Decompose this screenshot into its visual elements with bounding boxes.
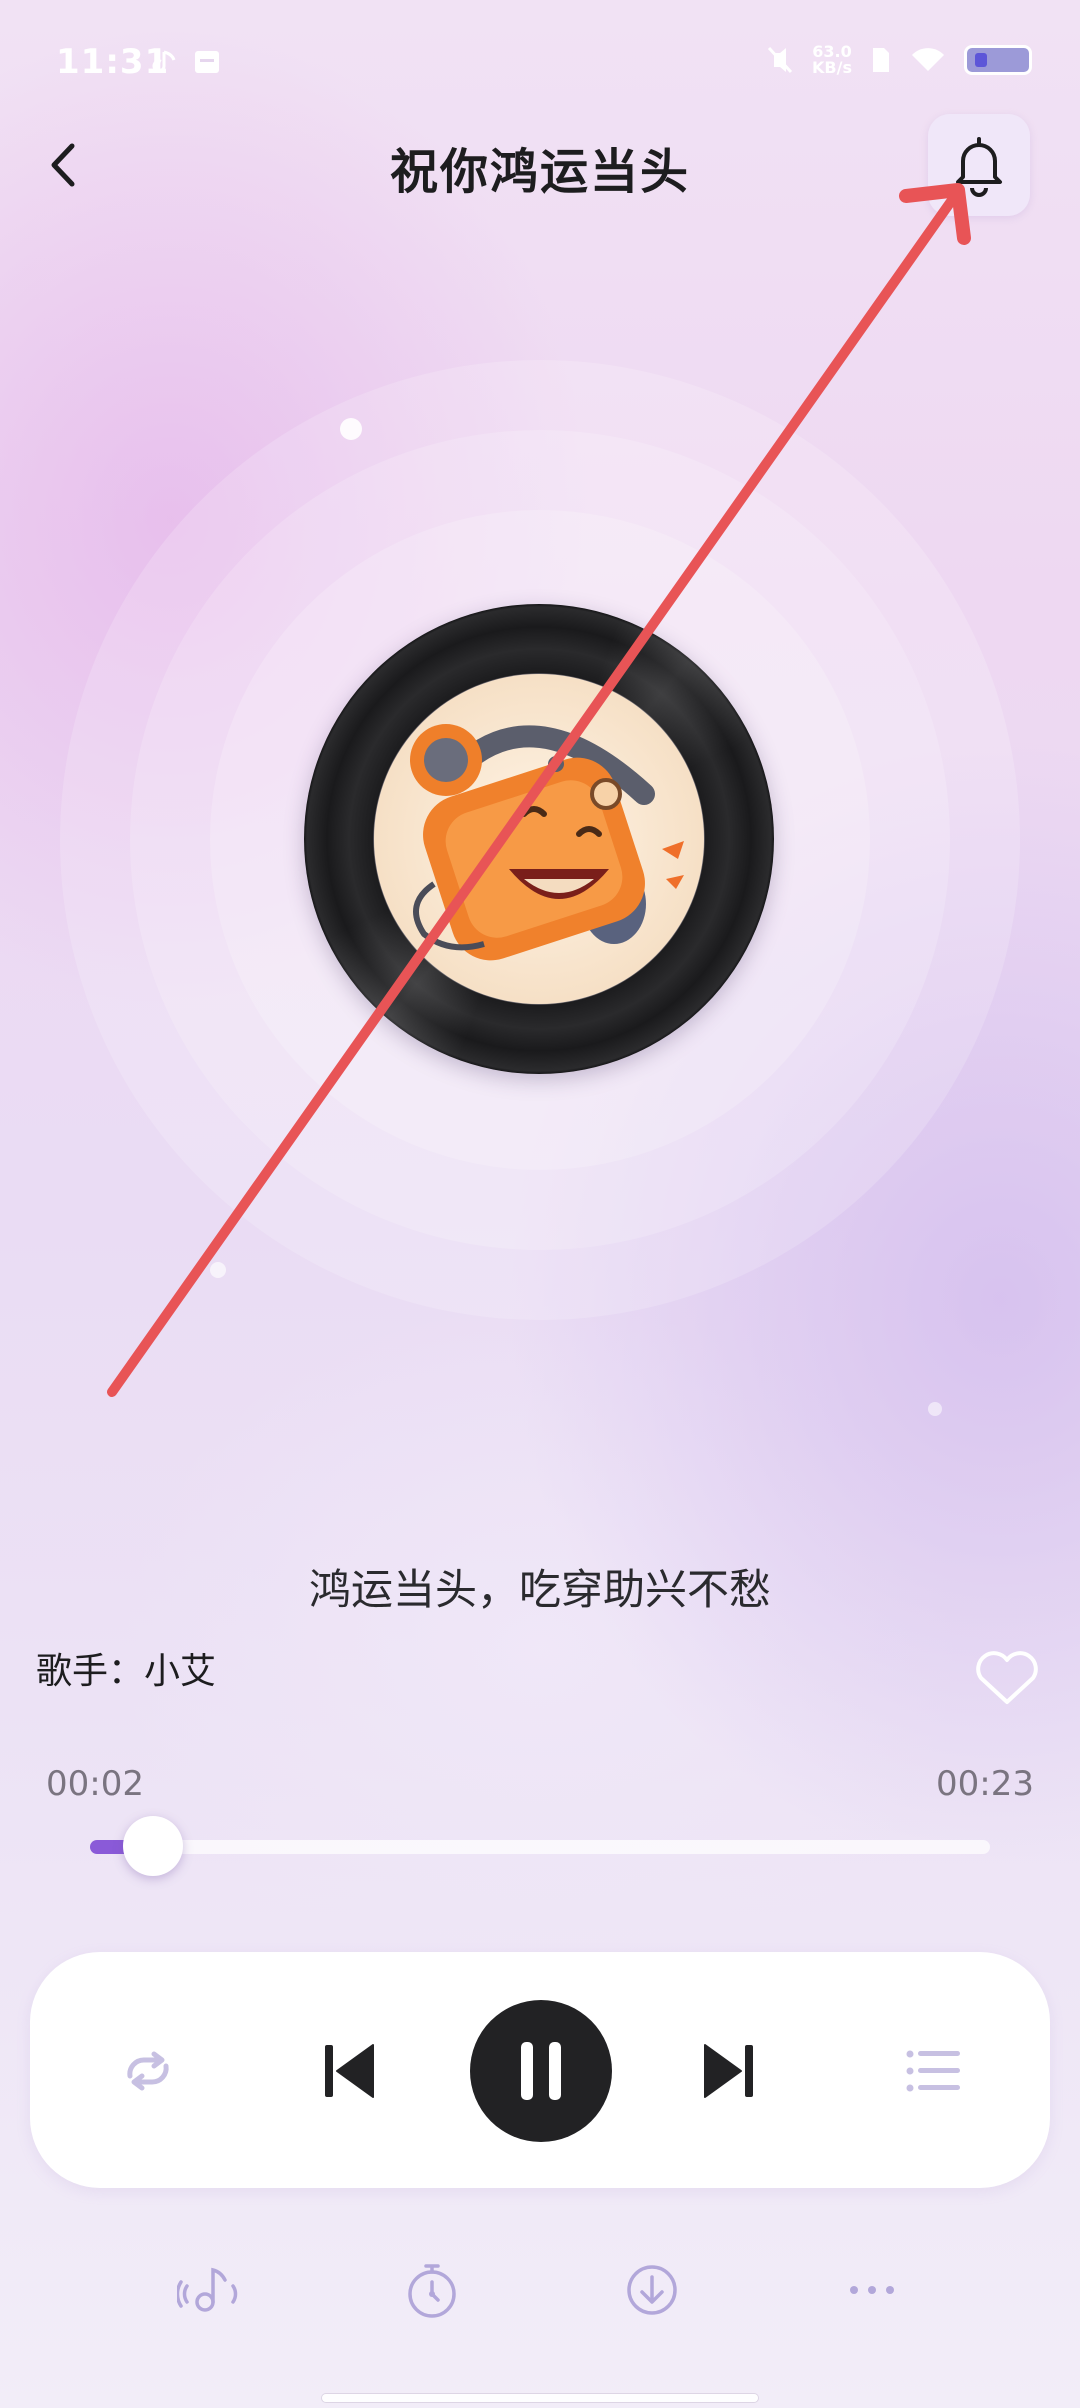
total-time: 00:23	[936, 1764, 1034, 1804]
wifi-icon	[912, 48, 944, 71]
singer-info: 歌手：小艾	[36, 1642, 216, 1694]
bell-icon	[956, 137, 1002, 197]
calendar-notification-icon	[195, 51, 219, 73]
network-speed: 63.0 KB/s	[812, 44, 852, 76]
current-lyric: 鸿运当头，吃穿助兴不愁	[308, 1565, 771, 1614]
decor-dot	[340, 418, 362, 440]
decor-dot	[210, 1262, 226, 1278]
more-icon	[850, 2286, 894, 2294]
sim-icon	[873, 48, 889, 72]
home-indicator[interactable]	[322, 2394, 758, 2402]
repeat-button[interactable]	[108, 2036, 188, 2106]
favorite-button[interactable]	[972, 1648, 1042, 1708]
next-button[interactable]	[694, 2036, 764, 2106]
singer-label: 歌手：	[36, 1651, 145, 1692]
more-button[interactable]	[832, 2254, 912, 2326]
notification-button[interactable]	[928, 114, 1030, 216]
ringtone-button[interactable]	[170, 2254, 250, 2326]
progress-track[interactable]	[90, 1840, 990, 1854]
pause-icon	[521, 2042, 561, 2100]
skip-previous-icon	[325, 2044, 374, 2098]
decor-dot	[928, 1402, 942, 1416]
timer-icon	[408, 2264, 456, 2318]
timer-button[interactable]	[392, 2254, 472, 2326]
page-title: 祝你鸿运当头	[389, 144, 690, 200]
notification-app-icon	[152, 50, 176, 73]
pause-button[interactable]	[470, 2000, 612, 2142]
download-button[interactable]	[612, 2254, 692, 2326]
current-time: 00:02	[46, 1764, 144, 1804]
previous-button[interactable]	[314, 2036, 384, 2106]
cartoon-telephone-artwork	[410, 724, 684, 961]
progress-thumb[interactable]	[123, 1816, 183, 1876]
heart-icon	[976, 1651, 1038, 1704]
album-cover	[374, 674, 704, 1004]
download-icon	[627, 2265, 677, 2315]
ringtone-icon	[177, 2267, 238, 2312]
status-bar: 11:31 63.0 KB/s	[0, 0, 1080, 120]
network-speed-unit: KB/s	[812, 58, 852, 77]
mute-icon	[767, 46, 793, 74]
battery-icon	[964, 45, 1032, 75]
skip-next-icon	[704, 2044, 753, 2098]
playlist-icon	[906, 2050, 960, 2092]
repeat-icon	[127, 2051, 169, 2091]
singer-name: 小艾	[144, 1651, 217, 1692]
playlist-button[interactable]	[896, 2036, 972, 2106]
status-right-group: 63.0 KB/s	[766, 40, 1032, 80]
